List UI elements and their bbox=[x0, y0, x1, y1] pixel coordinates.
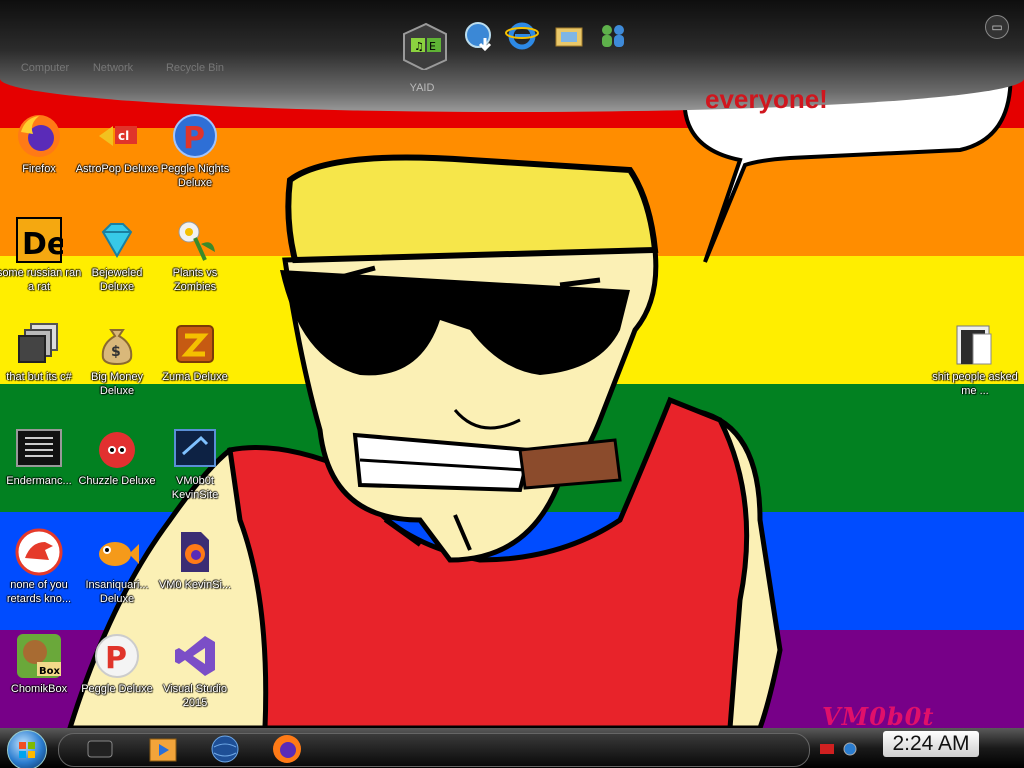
desktop-icon-peggle-deluxe[interactable]: P Peggle Deluxe bbox=[74, 632, 160, 696]
video-player-icon bbox=[149, 738, 177, 762]
de-logo-icon: De bbox=[16, 217, 67, 263]
peggle-nights-icon: P bbox=[173, 114, 217, 158]
svg-text:E: E bbox=[429, 40, 436, 53]
dock-faded-label-computer: Computer bbox=[20, 62, 70, 74]
firefox-icon bbox=[18, 115, 60, 157]
desktop[interactable]: Computer Network Recycle Bin ♫ E YAID ▭ … bbox=[0, 0, 1024, 768]
globe-download-icon bbox=[465, 22, 492, 52]
desktop-icon-vm0-kevinsite[interactable]: VM0 KevinSi... bbox=[152, 528, 238, 592]
desktop-icon-bejeweled-deluxe[interactable]: Bejeweled Deluxe bbox=[74, 216, 160, 294]
kevinsite-shortcut-icon bbox=[174, 429, 216, 467]
folder-photo-icon bbox=[555, 27, 583, 47]
globe-download-dock-button[interactable] bbox=[462, 20, 496, 57]
astropop-icon: cl bbox=[99, 126, 137, 146]
desktop-icon-none-of-you[interactable]: none of you retards kno... bbox=[0, 528, 82, 606]
speech-bubble-text: everyone! bbox=[705, 84, 828, 114]
visual-studio-icon bbox=[175, 636, 215, 676]
taskbar-media-button[interactable] bbox=[84, 733, 118, 765]
desktop-icon-endermanch[interactable]: Endermanc... bbox=[0, 424, 82, 488]
desktop-icon-some-russian[interactable]: De some russian ran a rat bbox=[0, 216, 82, 294]
plant-icon bbox=[178, 221, 215, 261]
start-button[interactable] bbox=[7, 730, 47, 768]
svg-text:P: P bbox=[183, 121, 205, 156]
money-bag-icon: $ bbox=[101, 329, 133, 366]
goldfish-icon bbox=[99, 542, 139, 566]
top-dock: Computer Network Recycle Bin ♫ E YAID ▭ bbox=[0, 0, 1024, 112]
desktop-icon-visual-studio-2015[interactable]: Visual Studio 2015 bbox=[152, 632, 238, 710]
firefox-icon bbox=[273, 735, 301, 763]
desktop-icon-plants-vs-zombies[interactable]: Plants vs Zombies bbox=[152, 216, 238, 294]
dock-faded-label-network: Network bbox=[92, 62, 134, 74]
yaid-icon: ♫ E bbox=[403, 22, 447, 72]
dock-close-button[interactable]: ▭ bbox=[985, 15, 1009, 39]
svg-text:P: P bbox=[105, 641, 127, 676]
svg-text:cl: cl bbox=[118, 129, 129, 143]
desktop-icon-peggle-nights-deluxe[interactable]: P Peggle Nights Deluxe bbox=[152, 112, 238, 190]
dinosaur-logo-icon bbox=[15, 528, 63, 576]
taskbar-globe-button[interactable] bbox=[208, 733, 242, 765]
desktop-icon-shit-people-asked-me[interactable]: shit people asked me ... bbox=[932, 320, 1018, 398]
yaid-label: YAID bbox=[409, 82, 435, 94]
desktop-icon-big-money-deluxe[interactable]: $ Big Money Deluxe bbox=[74, 320, 160, 398]
peggle-icon: P bbox=[95, 634, 139, 678]
globe-icon bbox=[211, 735, 239, 763]
dock-faded-label-recycle-bin: Recycle Bin bbox=[165, 62, 225, 74]
chuzzle-icon bbox=[99, 432, 135, 468]
watermark-text: VM0b0t bbox=[822, 702, 935, 731]
desktop-icon-vm0b0t-kevinsite[interactable]: VM0b0t KevinSite bbox=[152, 424, 238, 502]
tray-blue-icon bbox=[843, 742, 857, 756]
taskbar-clock[interactable]: 2:24 AM bbox=[883, 731, 979, 757]
media-icon bbox=[87, 740, 113, 758]
hat bbox=[285, 154, 659, 264]
cigar bbox=[518, 438, 622, 490]
chomikbox-icon: Box bbox=[17, 634, 61, 678]
desktop-icon-firefox[interactable]: Firefox bbox=[0, 112, 82, 176]
folder-photo-dock-button[interactable] bbox=[553, 22, 585, 55]
folder-icon bbox=[956, 325, 992, 365]
messenger-icon bbox=[602, 25, 624, 47]
svg-text:Box: Box bbox=[39, 666, 60, 677]
zuma-icon bbox=[176, 325, 214, 363]
system-tray bbox=[812, 733, 874, 765]
windows-logo-icon bbox=[19, 742, 35, 758]
svg-text:De: De bbox=[22, 227, 63, 262]
desktop-icon-that-but-its-csharp[interactable]: that but its c# bbox=[0, 320, 82, 384]
messenger-dock-button[interactable] bbox=[597, 22, 629, 55]
internet-explorer-dock-button[interactable] bbox=[505, 18, 539, 57]
tray-red-icon bbox=[820, 744, 834, 754]
svg-text:♫: ♫ bbox=[414, 40, 424, 53]
console-window-icon bbox=[16, 429, 62, 467]
svg-text:$: $ bbox=[111, 344, 121, 360]
desktop-icon-insaniquarium-deluxe[interactable]: Insaniquari... Deluxe bbox=[74, 528, 160, 606]
desktop-icon-zuma-deluxe[interactable]: Zuma Deluxe bbox=[152, 320, 238, 384]
diamond-icon bbox=[101, 223, 133, 258]
yaid-dock-button[interactable]: ♫ E bbox=[395, 20, 451, 75]
desktop-icon-chomikbox[interactable]: Box ChomikBox bbox=[0, 632, 82, 696]
internet-explorer-icon bbox=[505, 22, 539, 50]
desktop-icon-chuzzle-deluxe[interactable]: Chuzzle Deluxe bbox=[74, 424, 160, 488]
taskbar-firefox-button[interactable] bbox=[270, 733, 304, 765]
desktop-icon-astropop-deluxe[interactable]: cl AstroPop Deluxe bbox=[74, 112, 160, 176]
firefox-document-icon bbox=[181, 532, 209, 572]
stacked-windows-icon bbox=[18, 323, 58, 363]
taskbar-video-player-button[interactable] bbox=[146, 733, 180, 765]
